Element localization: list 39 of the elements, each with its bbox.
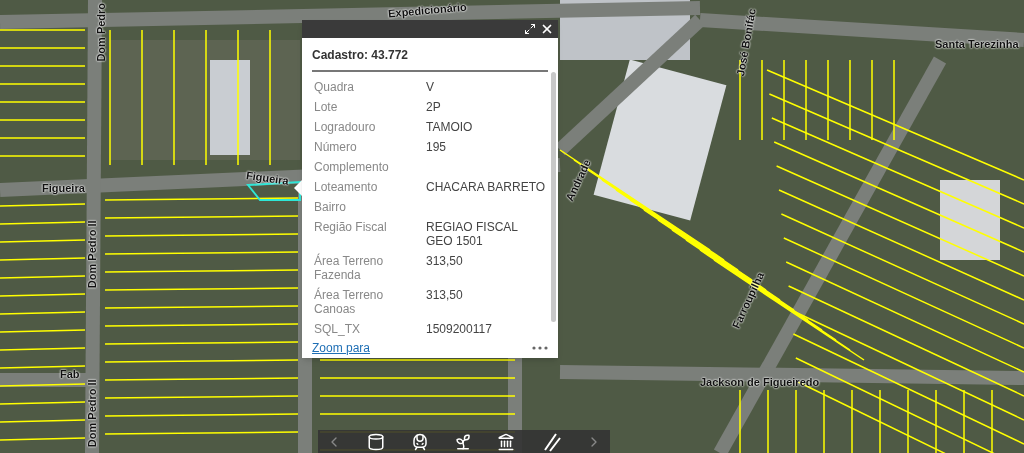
field-label: Quadra — [314, 80, 356, 94]
street-label: Figueira — [42, 181, 85, 196]
field-label: Lote — [314, 100, 339, 114]
field-label: Loteamento — [314, 180, 379, 194]
train-icon[interactable] — [410, 432, 429, 451]
field-value: 195 — [426, 140, 448, 154]
more-icon[interactable] — [532, 346, 548, 350]
landmark-icon[interactable] — [497, 432, 516, 451]
zoom-link[interactable]: Zoom para — [312, 339, 371, 357]
field-value: V — [426, 80, 435, 94]
street-label: Santa Terezinha — [935, 37, 1019, 52]
field-label: Logradouro — [314, 120, 377, 134]
field-value: 2P — [426, 100, 442, 114]
street-label: Dom Pedro — [94, 2, 109, 62]
field-value: TAMOIO — [426, 120, 474, 134]
maximize-button[interactable] — [524, 23, 536, 35]
street-label: José Bonifác — [733, 7, 759, 78]
street-label: Dom Pedro II — [84, 220, 99, 289]
field-value: CHACARA BARRETO — [426, 180, 546, 194]
field-value: REGIAO FISCAL GEO 1501 — [426, 220, 519, 248]
street-label: Dom Pedro II — [84, 379, 99, 448]
street-label: Figueira — [245, 168, 290, 189]
street-label: Jackson de Figueiredo — [700, 375, 820, 390]
field-label: Complemento — [314, 160, 390, 174]
field-label: Bairro — [314, 200, 347, 214]
close-button[interactable] — [540, 22, 554, 36]
street-label: Expedicionário — [387, 0, 468, 22]
field-label: Área Terreno Canoas — [314, 288, 385, 316]
field-label: Área Terreno Fazenda — [314, 254, 385, 282]
field-value: 313,50 — [426, 254, 464, 270]
popup-title: Cadastro: 43.772 — [312, 46, 548, 72]
plant-icon[interactable] — [454, 432, 472, 451]
field-label: SQL_TX — [314, 322, 362, 336]
cylinder-icon[interactable] — [367, 432, 386, 451]
field-label: Região Fiscal — [314, 220, 388, 236]
field-label: Número — [314, 140, 358, 154]
field-value: 1509200117 — [426, 322, 493, 336]
street-label: Fab — [60, 367, 80, 382]
field-value: 313,50 — [426, 288, 464, 304]
